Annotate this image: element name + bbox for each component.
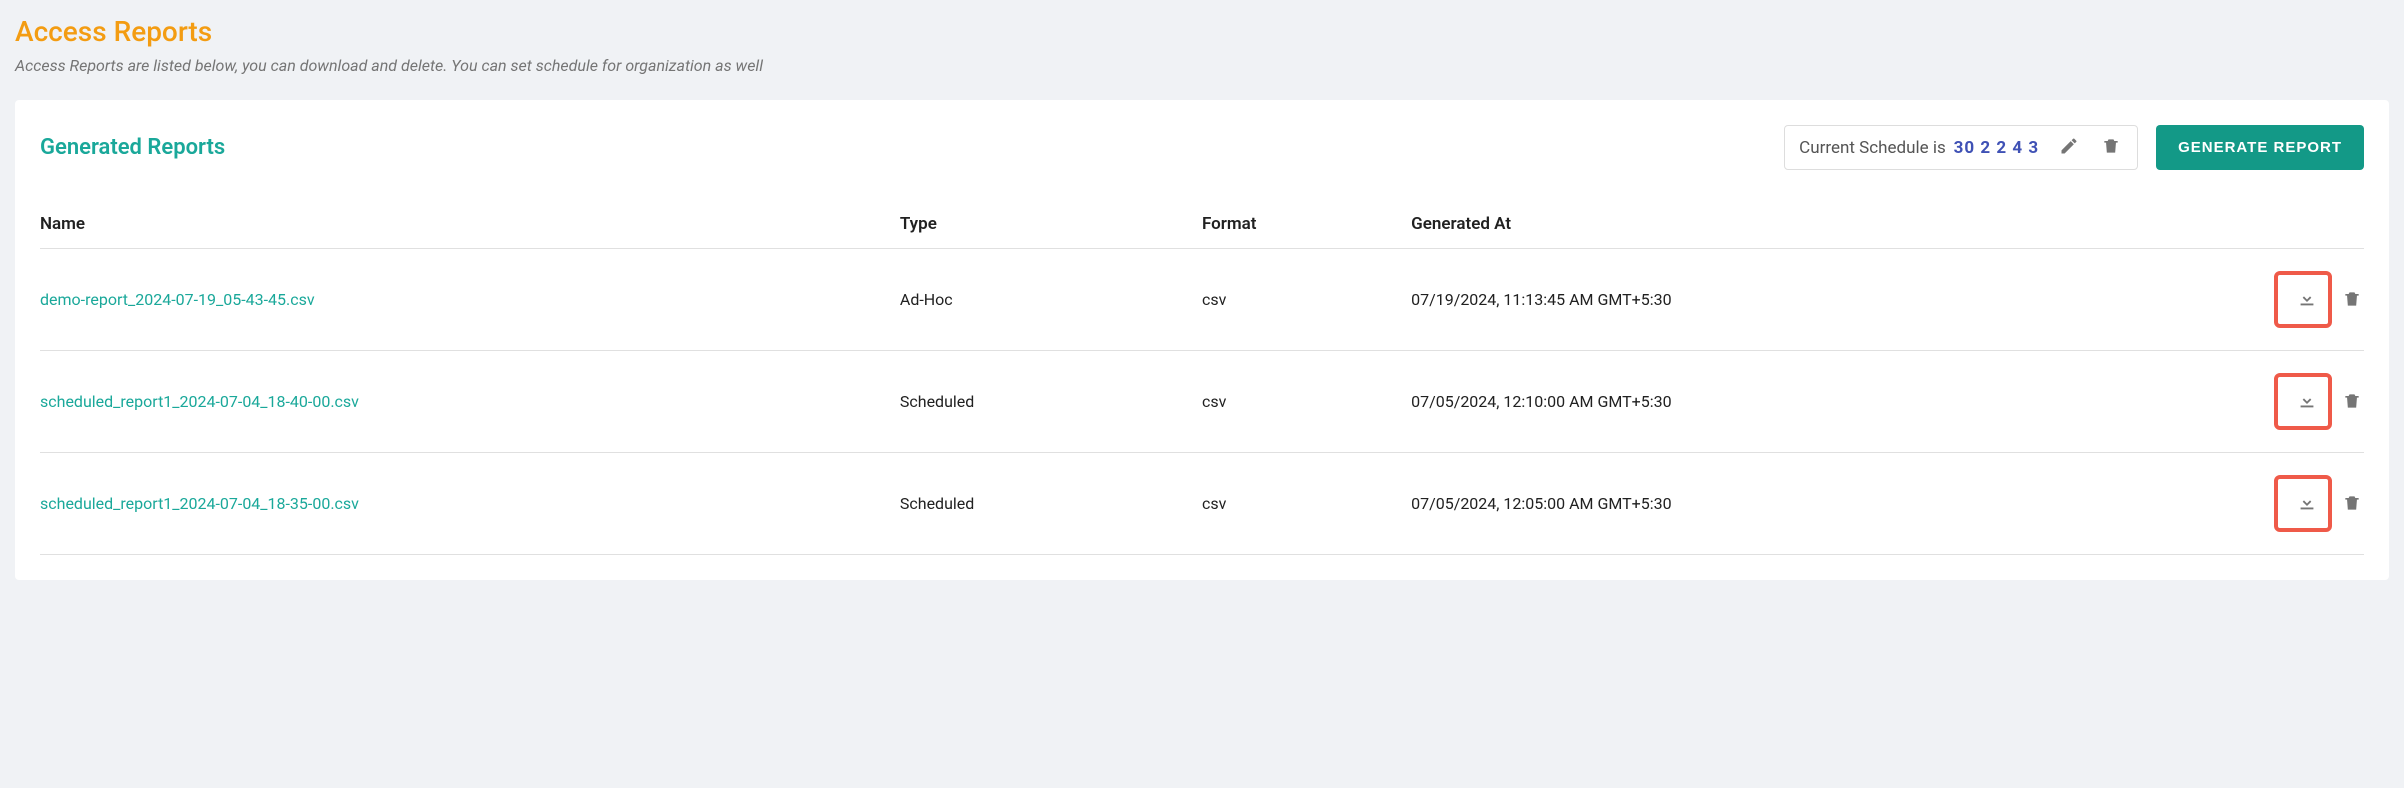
trash-icon (2101, 136, 2121, 159)
page-subtitle: Access Reports are listed below, you can… (15, 56, 2389, 75)
table-header-name: Name (40, 200, 900, 249)
download-report-button[interactable] (2294, 285, 2320, 314)
pencil-icon (2059, 136, 2079, 159)
report-filename-link[interactable]: scheduled_report1_2024-07-04_18-35-00.cs… (40, 494, 359, 513)
download-highlight (2274, 271, 2332, 328)
trash-icon (2342, 289, 2362, 312)
download-highlight (2274, 475, 2332, 532)
table-header-type: Type (900, 200, 1202, 249)
generate-report-button[interactable]: GENERATE REPORT (2156, 125, 2364, 170)
trash-icon (2342, 391, 2362, 414)
reports-table: Name Type Format Generated At demo-repor… (40, 200, 2364, 555)
report-filename-link[interactable]: demo-report_2024-07-19_05-43-45.csv (40, 290, 315, 309)
table-header-generated-at: Generated At (1411, 200, 2155, 249)
delete-report-button[interactable] (2340, 491, 2364, 518)
download-report-button[interactable] (2294, 387, 2320, 416)
download-highlight (2274, 373, 2332, 430)
report-type: Scheduled (900, 453, 1202, 555)
schedule-box: Current Schedule is 30 2 2 4 3 (1784, 125, 2138, 170)
table-row: scheduled_report1_2024-07-04_18-40-00.cs… (40, 351, 2364, 453)
generated-reports-card: Generated Reports Current Schedule is 30… (15, 100, 2389, 580)
delete-report-button[interactable] (2340, 287, 2364, 314)
download-icon (2296, 491, 2318, 516)
report-format: csv (1202, 351, 1411, 453)
table-row: scheduled_report1_2024-07-04_18-35-00.cs… (40, 453, 2364, 555)
report-generated-at: 07/05/2024, 12:05:00 AM GMT+5:30 (1411, 453, 2155, 555)
report-generated-at: 07/05/2024, 12:10:00 AM GMT+5:30 (1411, 351, 2155, 453)
edit-schedule-button[interactable] (2057, 134, 2081, 161)
card-header: Generated Reports Current Schedule is 30… (40, 125, 2364, 170)
schedule-value: 30 2 2 4 3 (1954, 138, 2039, 158)
table-header-actions (2155, 200, 2364, 249)
report-filename-link[interactable]: scheduled_report1_2024-07-04_18-40-00.cs… (40, 392, 359, 411)
download-report-button[interactable] (2294, 489, 2320, 518)
card-title: Generated Reports (40, 135, 225, 160)
report-type: Ad-Hoc (900, 249, 1202, 351)
report-format: csv (1202, 453, 1411, 555)
table-header-format: Format (1202, 200, 1411, 249)
trash-icon (2342, 493, 2362, 516)
delete-schedule-button[interactable] (2099, 134, 2123, 161)
schedule-label: Current Schedule is (1799, 138, 1946, 158)
page-title: Access Reports (15, 15, 2389, 48)
report-type: Scheduled (900, 351, 1202, 453)
download-icon (2296, 389, 2318, 414)
table-row: demo-report_2024-07-19_05-43-45.csv Ad-Ho… (40, 249, 2364, 351)
header-right: Current Schedule is 30 2 2 4 3 GENERATE … (1784, 125, 2364, 170)
delete-report-button[interactable] (2340, 389, 2364, 416)
report-generated-at: 07/19/2024, 11:13:45 AM GMT+5:30 (1411, 249, 2155, 351)
report-format: csv (1202, 249, 1411, 351)
download-icon (2296, 287, 2318, 312)
